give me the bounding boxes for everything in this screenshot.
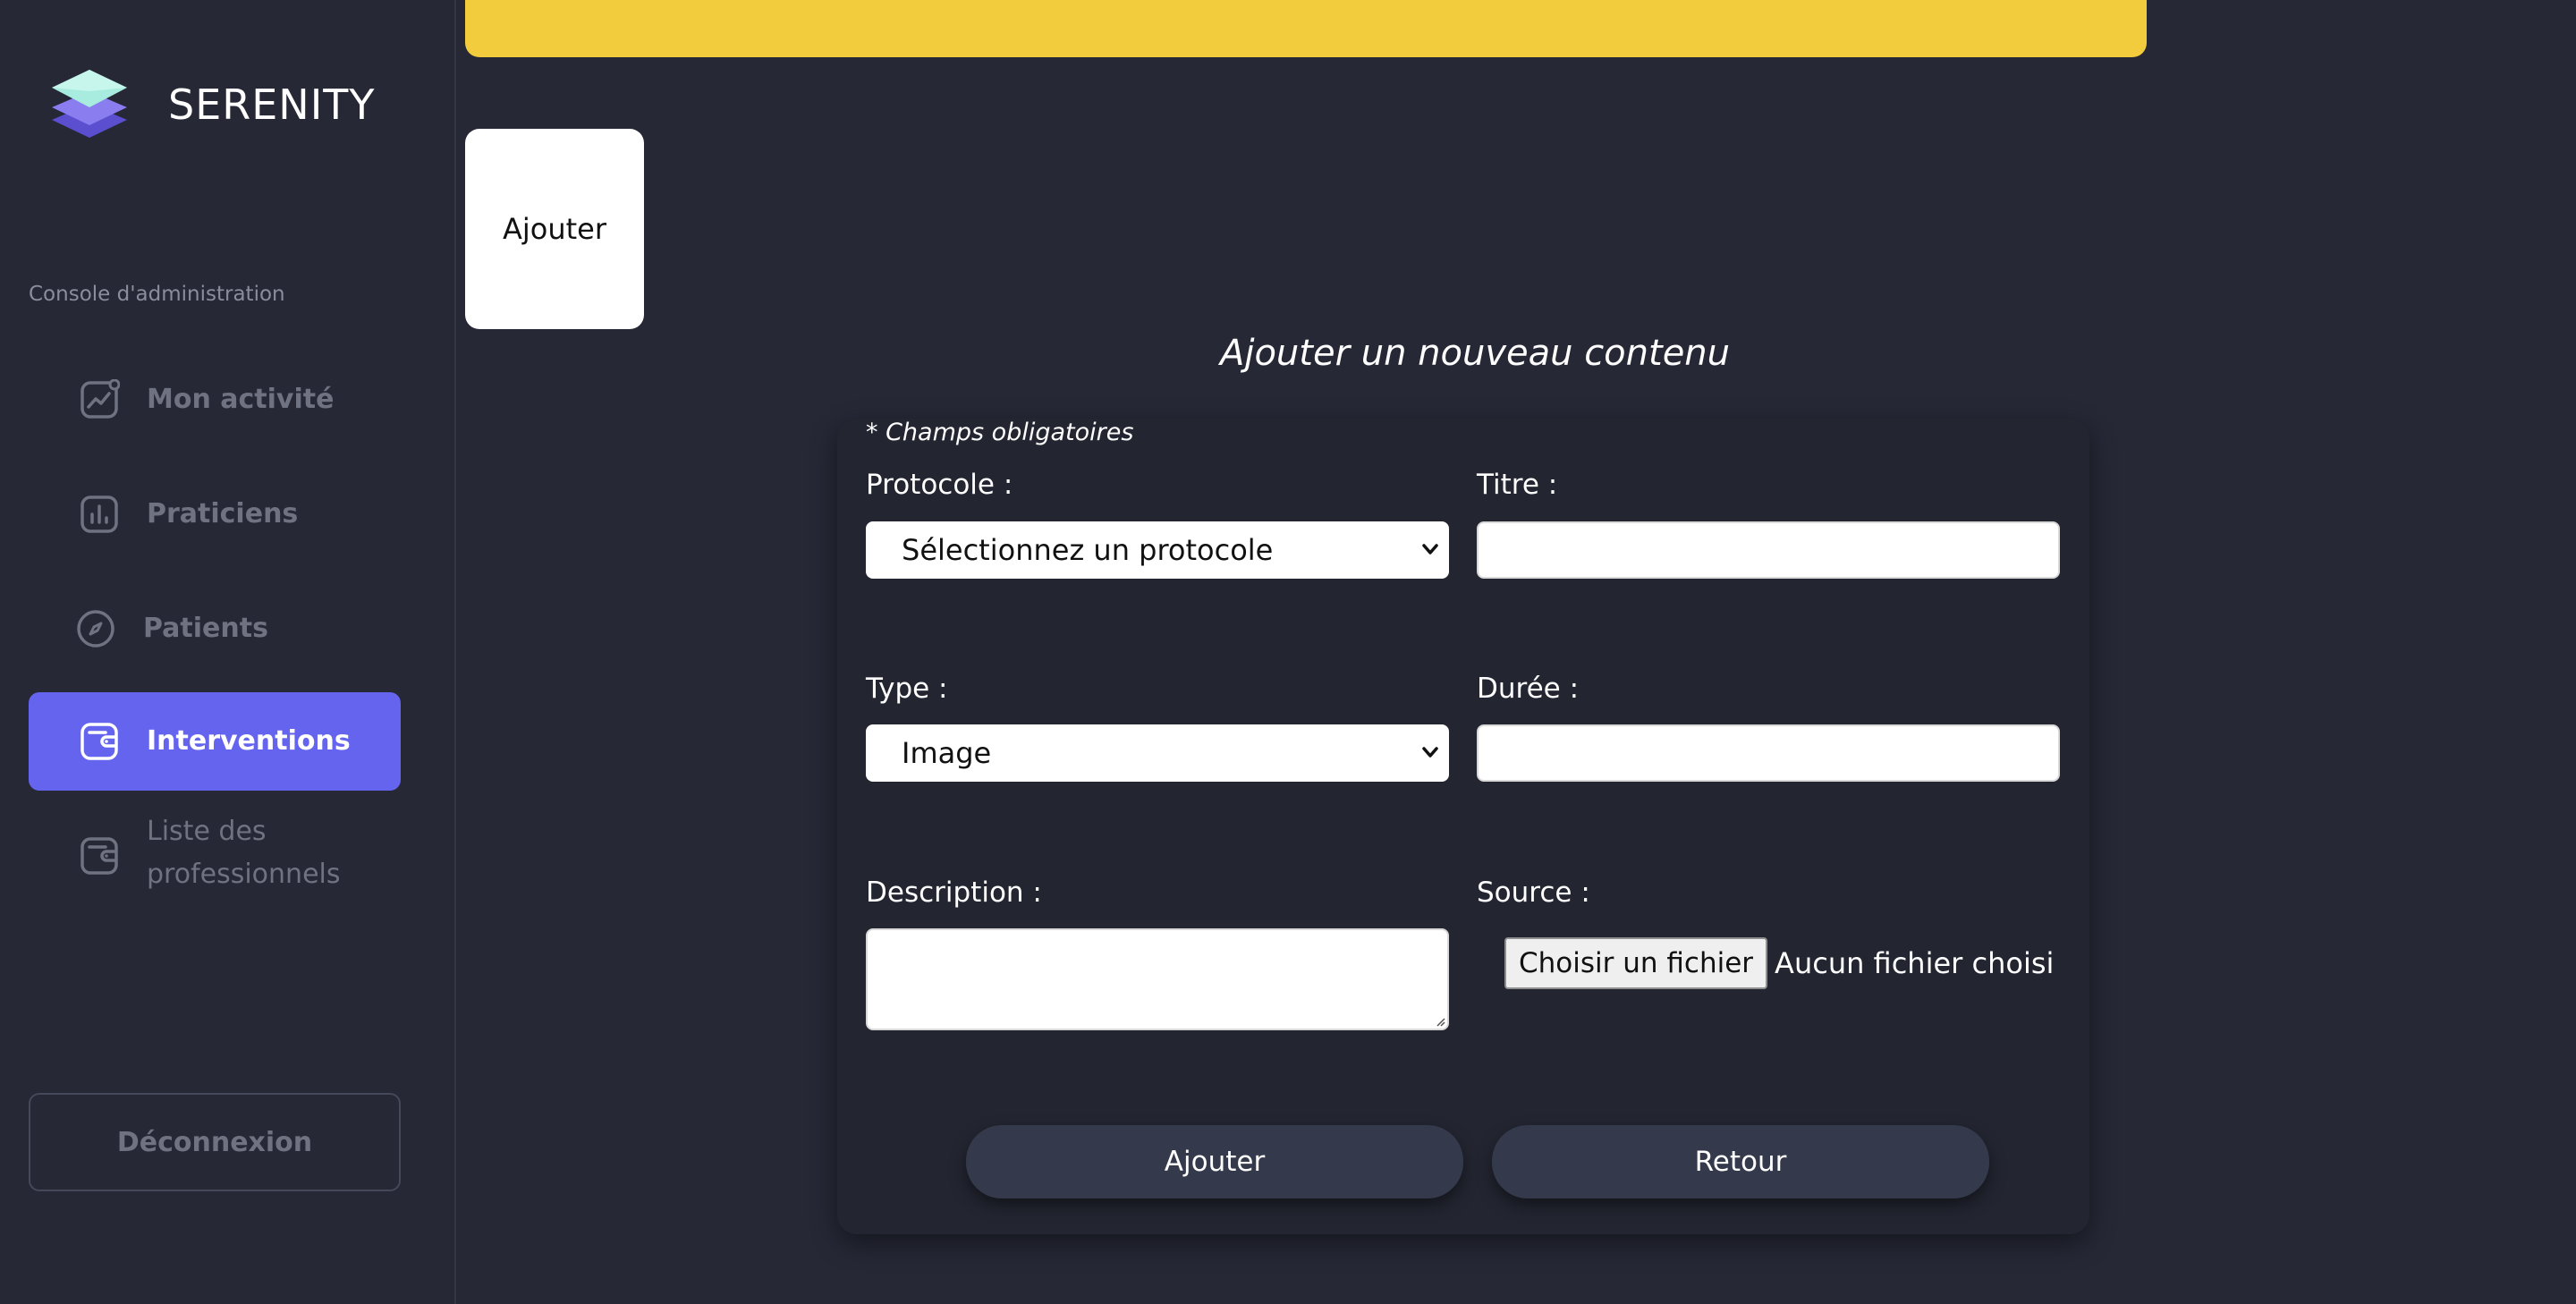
sidebar: SERENITY Console d'administration Mon ac… xyxy=(0,0,456,1304)
type-select[interactable]: Image xyxy=(866,724,1449,782)
page: SERENITY Console d'administration Mon ac… xyxy=(0,0,2576,1304)
sidebar-item-liste-professionnels[interactable]: Liste des professionnels xyxy=(29,803,401,910)
sidebar-item-patients[interactable]: Patients xyxy=(29,580,401,678)
top-banner xyxy=(465,0,2147,57)
add-tile-button[interactable]: Ajouter xyxy=(465,129,644,329)
description-textarea[interactable] xyxy=(866,928,1449,1030)
form-title: Ajouter un nouveau contenu xyxy=(1219,333,1731,374)
sidebar-item-label: Liste des professionnels xyxy=(147,816,341,890)
submit-button[interactable]: Ajouter xyxy=(966,1125,1463,1198)
source-label: Source : xyxy=(1477,876,1590,909)
brand-name: SERENITY xyxy=(168,80,376,129)
chevron-down-icon xyxy=(1422,544,1438,555)
sidebar-item-interventions[interactable]: Interventions xyxy=(29,692,401,791)
protocole-select-value: Sélectionnez un protocole xyxy=(902,533,1274,567)
layers-icon xyxy=(52,70,127,138)
brand[interactable]: SERENITY xyxy=(50,68,375,141)
sidebar-item-label: Mon activité xyxy=(147,384,335,415)
sidebar-item-label: Patients xyxy=(143,613,268,644)
compass-icon xyxy=(77,610,114,648)
titre-input[interactable] xyxy=(1477,521,2060,579)
wallet-icon xyxy=(80,837,118,875)
resize-grip-icon xyxy=(1436,1018,1445,1027)
back-button[interactable]: Retour xyxy=(1492,1125,1989,1198)
chevron-down-icon xyxy=(1422,747,1438,758)
activity-chart-icon xyxy=(80,379,120,419)
sidebar-item-mon-activite[interactable]: Mon activité xyxy=(29,351,401,449)
sidebar-item-label: Praticiens xyxy=(147,498,299,529)
description-label: Description : xyxy=(866,876,1042,909)
protocole-select[interactable]: Sélectionnez un protocole xyxy=(866,521,1449,579)
bar-chart-icon xyxy=(80,495,118,533)
sidebar-item-praticiens[interactable]: Praticiens xyxy=(29,465,401,563)
duree-input[interactable] xyxy=(1477,724,2060,782)
section-label: Console d'administration xyxy=(29,283,285,306)
choose-file-button[interactable]: Choisir un fichier xyxy=(1504,937,1768,989)
source-file-input: Choisir un fichier Aucun fichier choisi xyxy=(1504,937,2054,989)
sidebar-item-label: Interventions xyxy=(147,725,351,757)
protocole-label: Protocole : xyxy=(866,469,1013,501)
required-note: * Champs obligatoires xyxy=(866,419,1134,446)
type-label: Type : xyxy=(866,673,948,705)
wallet-icon xyxy=(80,723,118,760)
titre-label: Titre : xyxy=(1477,469,1558,501)
file-status: Aucun fichier choisi xyxy=(1775,946,2055,980)
duree-label: Durée : xyxy=(1477,673,1580,705)
type-select-value: Image xyxy=(902,736,992,770)
logout-button[interactable]: Déconnexion xyxy=(29,1093,401,1191)
